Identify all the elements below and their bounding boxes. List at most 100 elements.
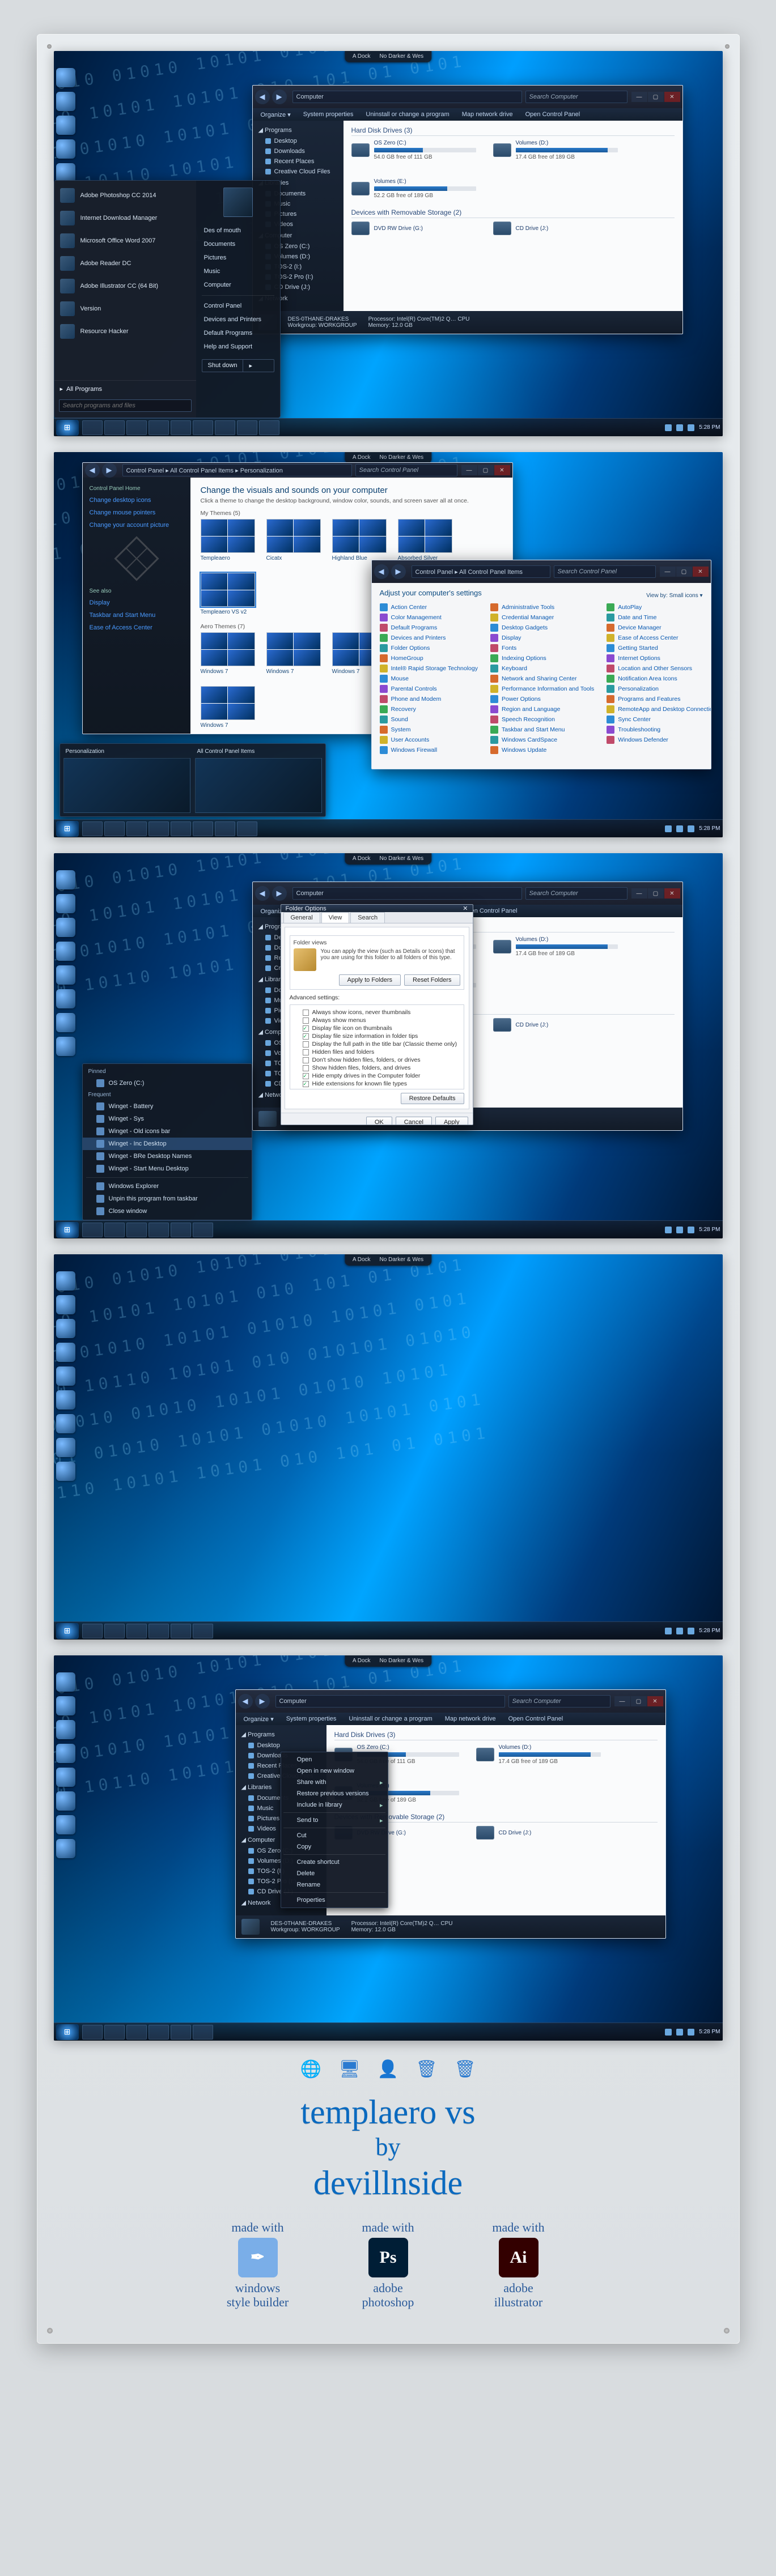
cp-link[interactable]: Region and Language [490, 705, 594, 714]
titlebar[interactable]: ◀ ▶ Computer Search Computer —▢✕ [253, 882, 682, 905]
cp-link[interactable]: Device Manager [607, 623, 710, 632]
taskbar-app[interactable] [104, 1624, 125, 1638]
top-appbar[interactable]: A Dock No Darker & Wes [345, 1655, 431, 1667]
drive-item[interactable]: CD Drive (J:) [493, 222, 618, 235]
navpane-item[interactable]: Desktop [253, 136, 344, 146]
clock[interactable]: 5:28 PM [699, 424, 720, 431]
cp-link[interactable]: Internet Options [607, 654, 710, 663]
taskbar-app[interactable] [104, 420, 125, 435]
start-right-item[interactable]: Help and Support [196, 340, 280, 354]
folder-option[interactable]: Hidden files and folders [294, 1048, 460, 1056]
cp-link[interactable]: Location and Other Sensors [607, 664, 710, 673]
start-right-item[interactable]: Music [196, 265, 280, 278]
menu-item[interactable]: Uninstall or change a program [343, 1714, 438, 1723]
theme-tile[interactable]: Templeaero [201, 519, 255, 561]
context-item[interactable]: Include in library [281, 1799, 388, 1811]
start-button[interactable]: ⊞ [56, 2024, 79, 2040]
folder-option[interactable]: Always show menus [294, 1016, 460, 1024]
clock[interactable]: 5:28 PM [699, 2029, 720, 2035]
cp-link[interactable]: Mouse [380, 674, 478, 683]
checkbox-icon[interactable] [303, 1041, 309, 1048]
peek-title[interactable]: All Control Panel Items [195, 747, 322, 756]
close-button[interactable]: ✕ [647, 1696, 663, 1706]
taskbar-app[interactable] [259, 420, 279, 435]
checkbox-icon[interactable] [303, 1073, 309, 1079]
titlebar[interactable]: ◀ ▶ Control Panel ▸ All Control Panel It… [83, 463, 512, 478]
checkbox-icon[interactable] [303, 1057, 309, 1063]
sidebar-icon[interactable] [56, 1696, 75, 1715]
cancel-button[interactable]: Cancel [396, 1117, 432, 1125]
start-right-item[interactable]: Devices and Printers [196, 313, 280, 326]
cp-link[interactable]: Default Programs [380, 623, 478, 632]
sidebar-icon[interactable] [56, 1319, 75, 1338]
sidebar-icon[interactable] [56, 1720, 75, 1739]
taskbar-app[interactable] [171, 2025, 191, 2039]
menu-item[interactable]: System properties [298, 110, 359, 119]
drive-item[interactable]: OS Zero (C:) 54.0 GB free of 111 GB [351, 139, 476, 161]
nav-back-icon[interactable]: ◀ [238, 1694, 253, 1709]
start-button[interactable]: ⊞ [56, 821, 79, 837]
context-item[interactable]: Open [281, 1754, 388, 1765]
context-item[interactable]: Copy [281, 1841, 388, 1853]
start-program[interactable]: Adobe Illustrator CC (64 Bit) [54, 275, 196, 297]
start-program[interactable]: Version [54, 297, 196, 320]
cp-link[interactable]: Credential Manager [490, 613, 594, 622]
close-button[interactable]: ✕ [463, 905, 468, 912]
start-right-item[interactable]: Documents [196, 237, 280, 251]
sidebar-icon[interactable] [56, 1366, 75, 1386]
sidebar-icon[interactable] [56, 116, 75, 135]
taskbar-app[interactable] [126, 1624, 147, 1638]
peek-title[interactable]: Personalization [63, 747, 190, 756]
folder-option[interactable]: Display the full path in the title bar (… [294, 1040, 460, 1048]
context-item[interactable]: Delete [281, 1868, 388, 1879]
taskbar-app[interactable] [215, 821, 235, 836]
taskbar-app[interactable] [193, 821, 213, 836]
checkbox-icon[interactable] [303, 1081, 309, 1087]
explorer-titlebar[interactable]: ◀ ▶ Computer Search Computer — ▢ ✕ [253, 86, 682, 108]
tray-icon[interactable] [676, 424, 683, 431]
start-right-item[interactable]: Des of mouth [196, 224, 280, 237]
sidebar-icon[interactable] [56, 965, 75, 985]
view-by[interactable]: View by: Small icons ▾ [646, 593, 702, 599]
drive-item[interactable]: DVD RW Drive (G:) [351, 222, 476, 235]
sidebar-icon[interactable] [56, 1414, 75, 1433]
cp-link[interactable]: Recovery [380, 705, 478, 714]
navpane-item[interactable]: Recent Places [253, 156, 344, 167]
top-appbar[interactable]: A Dock No Darker & Wes [345, 51, 431, 62]
task-link[interactable]: Ease of Access Center [83, 621, 190, 634]
cp-link[interactable]: Windows CardSpace [490, 735, 594, 744]
nav-back-icon[interactable]: ◀ [255, 90, 270, 104]
clock[interactable]: 5:28 PM [699, 825, 720, 832]
cp-link[interactable]: Fonts [490, 644, 594, 653]
checkbox-icon[interactable] [303, 1089, 309, 1090]
start-right-item[interactable]: Pictures [196, 251, 280, 265]
taskbar-app[interactable] [82, 1223, 103, 1237]
reset-folders-button[interactable]: Reset Folders [404, 974, 460, 986]
tab-view[interactable]: View [321, 912, 350, 923]
cp-link[interactable]: Sound [380, 715, 478, 724]
nav-fwd-icon[interactable]: ▶ [272, 886, 287, 901]
sidebar-icon[interactable] [56, 1815, 75, 1834]
task-link[interactable]: Taskbar and Start Menu [83, 609, 190, 621]
taskbar-app[interactable] [126, 420, 147, 435]
navpane-item[interactable]: Downloads [253, 146, 344, 156]
context-item[interactable]: Rename [281, 1879, 388, 1891]
maximize-button[interactable]: ▢ [478, 465, 494, 475]
start-program[interactable]: Resource Hacker [54, 320, 196, 343]
drive-item[interactable]: Volumes (D:) 17.4 GB free of 189 GB [493, 139, 618, 161]
sidebar-icon[interactable] [56, 1037, 75, 1056]
address-bar[interactable]: Computer [292, 887, 522, 900]
taskbar-app[interactable] [149, 1624, 169, 1638]
advanced-settings-list[interactable]: Always show icons, never thumbnailsAlway… [290, 1004, 464, 1089]
sidebar-icon[interactable] [56, 1271, 75, 1291]
minimize-button[interactable]: — [631, 92, 647, 102]
context-item[interactable]: Restore previous versions [281, 1788, 388, 1799]
jumplist-action[interactable]: Unpin this program from taskbar [83, 1193, 252, 1205]
drive-item[interactable]: Volumes (D:) 17.4 GB free of 189 GB [493, 936, 618, 957]
search-input[interactable]: Search Control Panel [355, 464, 457, 476]
menu-item[interactable]: System properties [281, 1714, 342, 1723]
cp-link[interactable]: AutoPlay [607, 603, 710, 612]
cp-link[interactable]: Troubleshooting [607, 725, 710, 734]
menu-item[interactable]: Map network drive [439, 1714, 502, 1723]
jumplist-item[interactable]: Winget - Sys [83, 1113, 252, 1125]
